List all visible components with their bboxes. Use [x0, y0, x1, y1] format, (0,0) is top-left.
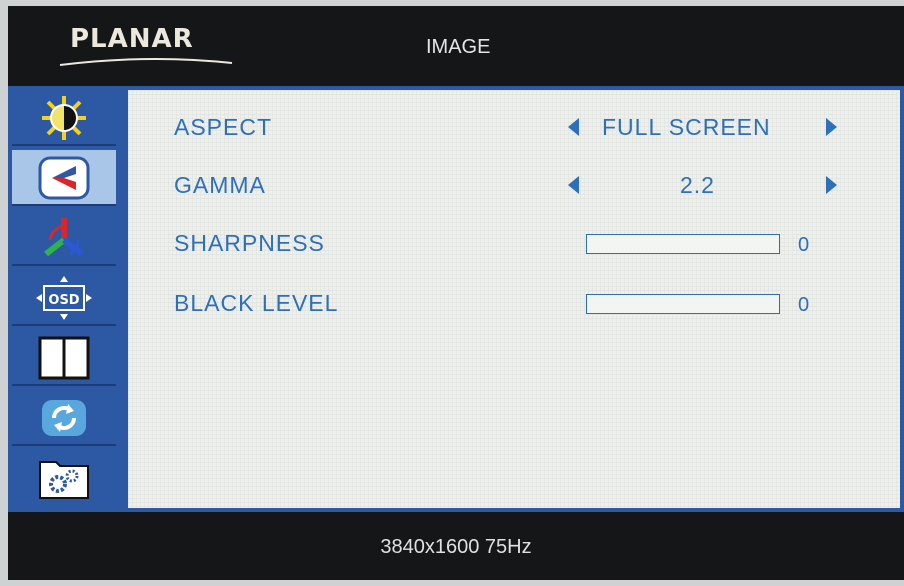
gamma-next-arrow-icon[interactable] [826, 176, 837, 194]
menu-content: ASPECT FULL SCREEN GAMMA 2.2 SHARPNESS 0… [128, 90, 900, 508]
resolution-status: 3840x1600 75Hz [380, 536, 532, 558]
color-icon [44, 218, 84, 257]
sharpness-label: SHARPNESS [174, 230, 325, 256]
gamma-value[interactable]: 2.2 [680, 172, 715, 199]
sharpness-value: 0 [798, 234, 810, 256]
logo-swoosh-icon [59, 57, 233, 66]
aspect-label: ASPECT [174, 114, 273, 140]
black-level-value: 0 [798, 294, 810, 316]
sharpness-slider[interactable] [586, 234, 780, 254]
planar-logo: PLANAR [70, 24, 194, 54]
tab-brightness-contrast[interactable] [12, 90, 116, 146]
aspect-prev-arrow-icon[interactable] [568, 118, 579, 136]
sidebar: OSD [12, 90, 116, 508]
tab-image[interactable] [12, 150, 116, 206]
tab-setup[interactable] [12, 450, 116, 506]
osd-footer: 3840x1600 75Hz [8, 512, 904, 580]
aspect-value[interactable]: FULL SCREEN [602, 114, 771, 141]
tab-osd[interactable]: OSD [12, 270, 116, 326]
osd-frame: OSD ASPECT FULL SCREEN GAMMA 2.2 SHARPNE… [8, 86, 904, 512]
gamma-label: GAMMA [174, 172, 266, 198]
image-icon [38, 156, 90, 200]
osd-icon-label: OSD [48, 293, 79, 308]
black-level-label: BLACK LEVEL [174, 290, 339, 316]
black-level-slider[interactable] [586, 294, 780, 314]
osd-header: PLANAR IMAGE [8, 6, 904, 86]
tab-color[interactable] [12, 210, 116, 266]
osd-icon: OSD [36, 276, 92, 320]
tab-pip[interactable] [12, 330, 116, 386]
tab-reset[interactable] [12, 390, 116, 446]
setup-icon [39, 461, 89, 499]
aspect-next-arrow-icon[interactable] [826, 118, 837, 136]
gamma-prev-arrow-icon[interactable] [568, 176, 579, 194]
brightness-contrast-icon [42, 96, 86, 140]
pip-icon [38, 336, 90, 380]
reset-icon [42, 400, 86, 436]
osd-screen: PLANAR IMAGE OSD ASPECT FULL SCREEN GAMM… [8, 6, 904, 580]
menu-title: IMAGE [426, 36, 491, 58]
